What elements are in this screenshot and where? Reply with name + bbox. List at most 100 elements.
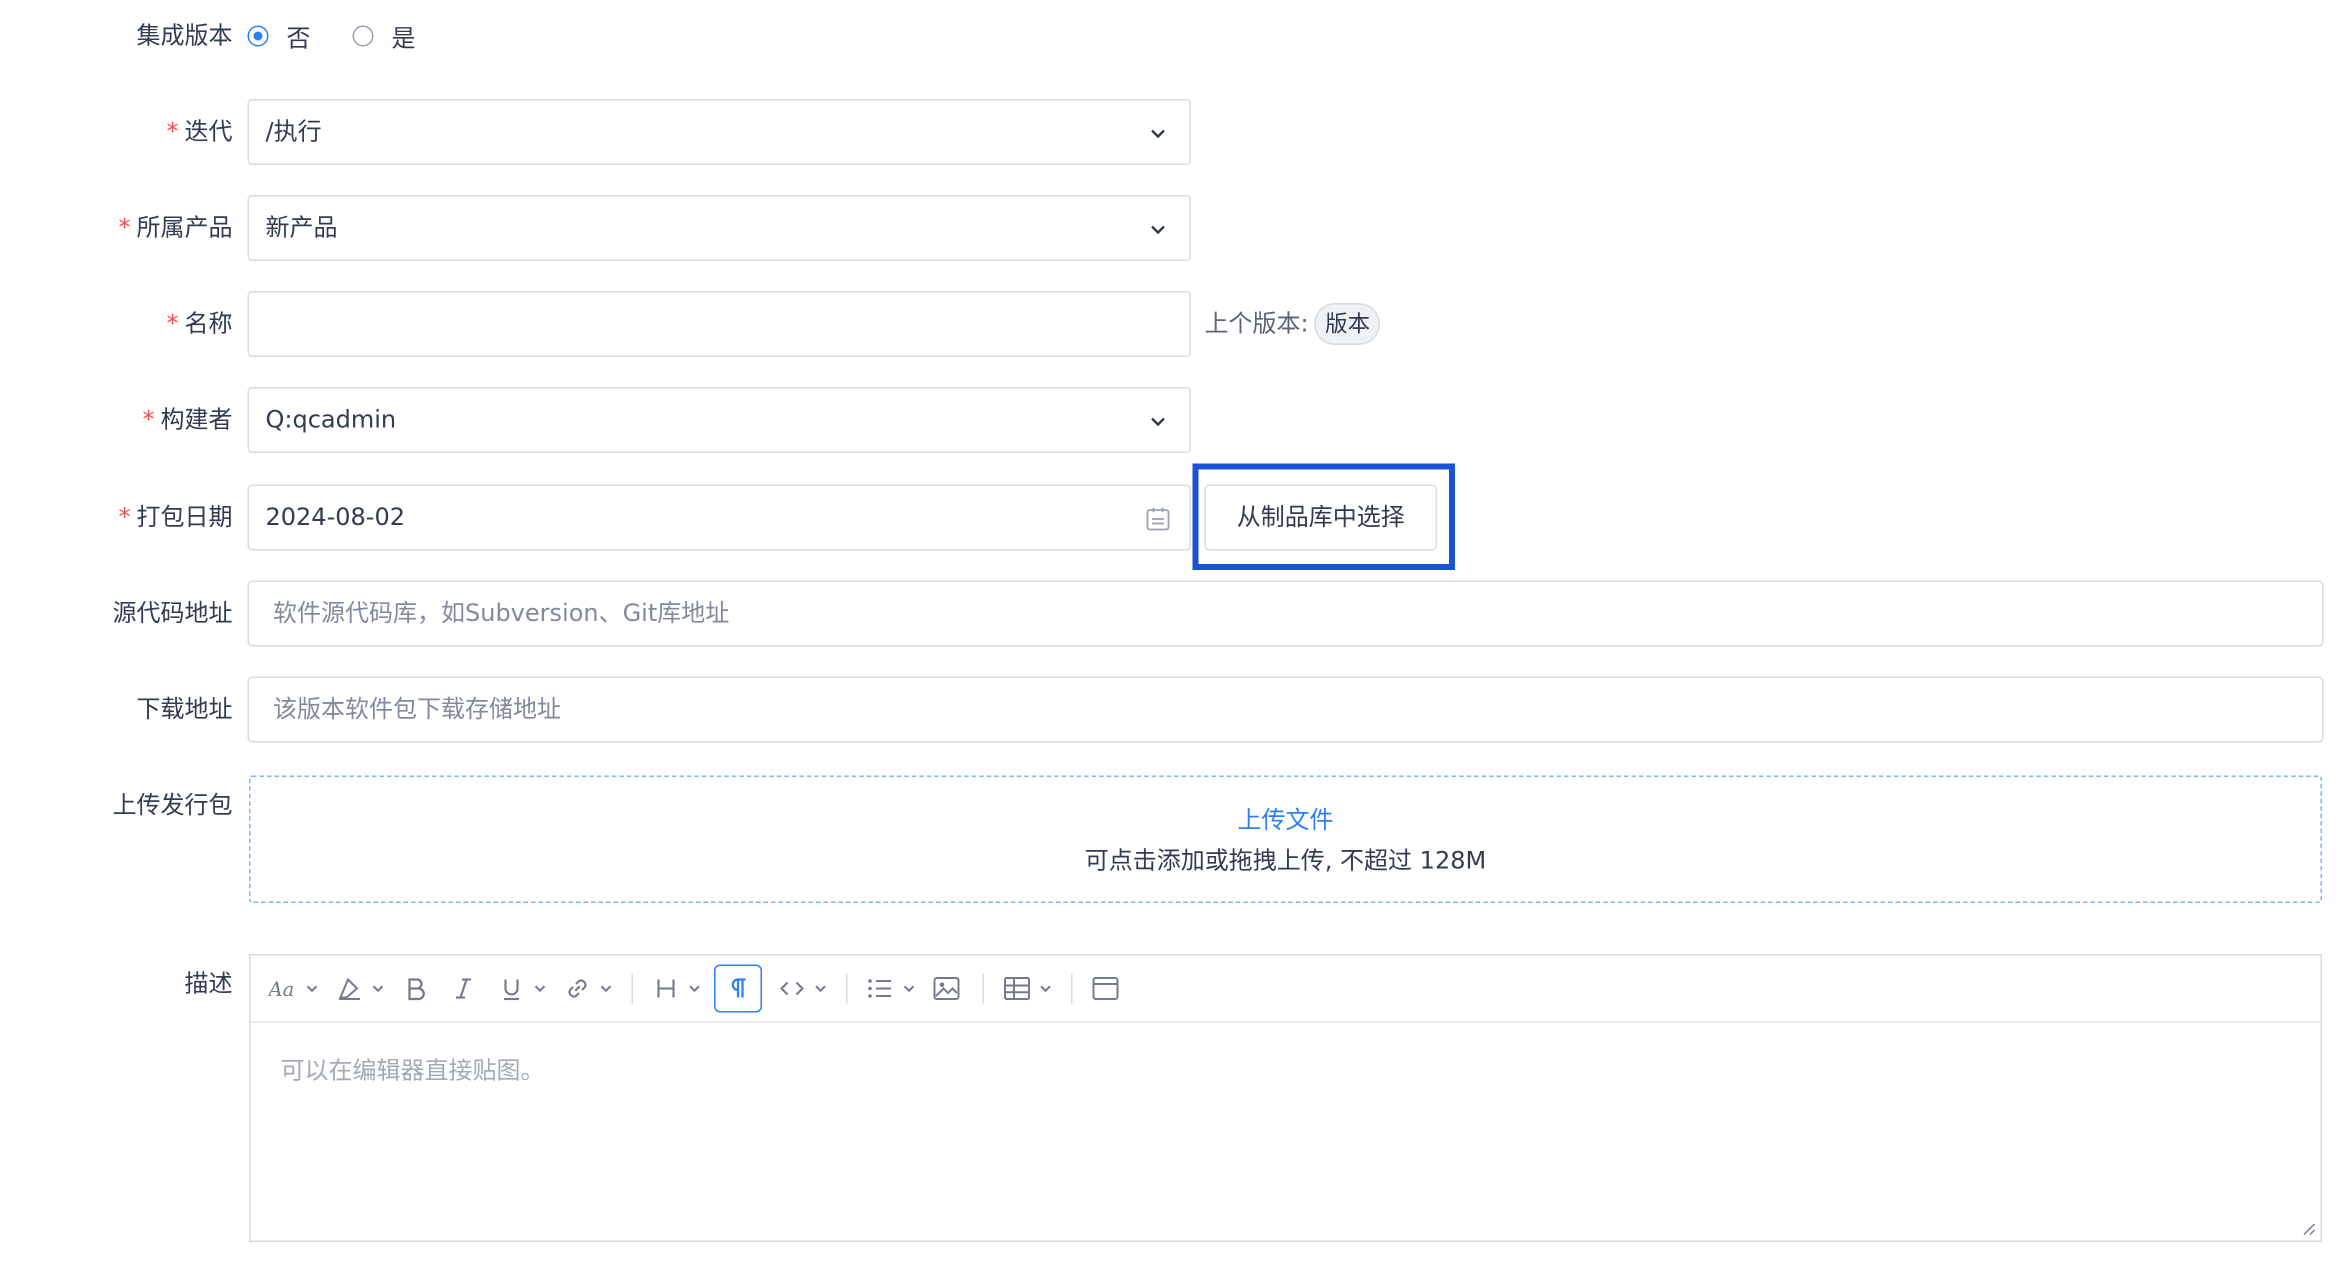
bold-icon bbox=[398, 971, 434, 1007]
date-label-text: 打包日期 bbox=[136, 502, 233, 532]
source-placeholder: 软件源代码库，如Subversion、Git库地址 bbox=[273, 598, 730, 628]
text-color-button[interactable] bbox=[332, 965, 386, 1013]
chevron-down-icon bbox=[1151, 129, 1165, 139]
link-icon bbox=[560, 971, 596, 1007]
builder-value: Q:qcadmin bbox=[265, 405, 397, 434]
upload-label: 上传发行包 bbox=[112, 790, 233, 820]
chevron-down-icon bbox=[306, 985, 318, 993]
list-icon bbox=[863, 971, 899, 1007]
paragraph-button[interactable] bbox=[714, 964, 762, 1013]
description-editor: Aa 可以在编辑器直接贴图。 bbox=[249, 954, 2322, 1242]
required-mark: * bbox=[118, 502, 131, 532]
svg-text:Aa: Aa bbox=[269, 978, 295, 1001]
chevron-down-icon bbox=[903, 985, 915, 993]
name-label: * 名称 bbox=[0, 291, 233, 357]
resize-handle-icon[interactable] bbox=[2301, 1221, 2316, 1236]
link-button[interactable] bbox=[560, 965, 614, 1013]
builder-label: * 构建者 bbox=[0, 387, 233, 453]
required-mark: * bbox=[142, 405, 155, 434]
radio-no-label[interactable]: 否 bbox=[287, 18, 311, 54]
date-input[interactable]: 2024-08-02 bbox=[247, 484, 1191, 551]
chevron-down-icon bbox=[600, 985, 612, 993]
paragraph-icon bbox=[714, 964, 762, 1013]
builder-row: * 构建者 Q:qcadmin bbox=[0, 387, 2342, 453]
panel-button[interactable] bbox=[1088, 965, 1124, 1013]
iteration-label-text: 迭代 bbox=[184, 117, 233, 146]
iteration-label: * 迭代 bbox=[0, 99, 233, 165]
image-icon bbox=[929, 971, 965, 1007]
integrated-row: 集成版本 否 是 bbox=[0, 0, 2342, 66]
chevron-down-icon bbox=[1040, 985, 1051, 993]
toolbar-divider bbox=[982, 973, 984, 1004]
chevron-down-icon bbox=[1151, 417, 1165, 427]
required-mark: * bbox=[118, 213, 131, 242]
product-select[interactable]: 新产品 bbox=[247, 195, 1191, 261]
date-row: * 打包日期 2024-08-02 bbox=[0, 484, 2342, 551]
upload-hint: 可点击添加或拖拽上传, 不超过 128M bbox=[1084, 846, 1487, 875]
download-placeholder: 该版本软件包下载存储地址 bbox=[273, 694, 562, 724]
name-row: * 名称 上个版本: 版本 bbox=[0, 291, 2342, 357]
date-value: 2024-08-02 bbox=[265, 502, 405, 532]
iteration-value: /执行 bbox=[265, 117, 322, 146]
heading-icon bbox=[648, 971, 684, 1007]
pick-from-artifact-button[interactable]: 从制品库中选择 bbox=[1204, 484, 1437, 551]
heading-button[interactable] bbox=[648, 965, 702, 1013]
source-input[interactable]: 软件源代码库，如Subversion、Git库地址 bbox=[247, 580, 2324, 647]
required-mark: * bbox=[166, 309, 179, 338]
product-value: 新产品 bbox=[265, 213, 338, 242]
italic-button[interactable] bbox=[446, 965, 482, 1013]
upload-dropzone[interactable]: 上传文件 可点击添加或拖拽上传, 不超过 128M bbox=[249, 775, 2322, 903]
list-button[interactable] bbox=[863, 965, 917, 1013]
chevron-down-icon bbox=[372, 985, 384, 993]
source-row: 源代码地址 软件源代码库，如Subversion、Git库地址 bbox=[0, 580, 2342, 647]
iteration-select[interactable]: /执行 bbox=[247, 99, 1191, 165]
product-label: * 所属产品 bbox=[0, 195, 233, 261]
chevron-down-icon bbox=[689, 985, 700, 993]
date-label: * 打包日期 bbox=[0, 485, 233, 551]
builder-label-text: 构建者 bbox=[160, 405, 233, 434]
previous-version-label: 上个版本: bbox=[1204, 309, 1309, 338]
panel-icon bbox=[1088, 971, 1124, 1007]
editor-placeholder: 可以在编辑器直接贴图。 bbox=[280, 1056, 545, 1085]
toolbar-divider bbox=[846, 973, 848, 1004]
chevron-down-icon bbox=[815, 985, 826, 993]
previous-version: 上个版本: 版本 bbox=[1205, 291, 1381, 357]
upload-file-link[interactable]: 上传文件 bbox=[251, 804, 2321, 837]
iteration-row: * 迭代 /执行 bbox=[0, 99, 2342, 165]
download-label: 下载地址 bbox=[136, 694, 233, 724]
toolbar-divider bbox=[631, 973, 633, 1004]
chevron-down-icon bbox=[534, 985, 546, 993]
name-input[interactable] bbox=[247, 291, 1191, 357]
radio-yes-label[interactable]: 是 bbox=[392, 18, 416, 54]
name-label-text: 名称 bbox=[184, 309, 233, 338]
product-row: * 所属产品 新产品 bbox=[0, 195, 2342, 261]
chevron-down-icon bbox=[1151, 225, 1165, 235]
integrated-radio-group: 否 是 bbox=[247, 0, 458, 72]
bold-button[interactable] bbox=[398, 965, 434, 1013]
description-label: 描述 bbox=[184, 969, 233, 998]
required-mark: * bbox=[166, 117, 179, 146]
builder-select[interactable]: Q:qcadmin bbox=[247, 387, 1191, 453]
radio-yes[interactable] bbox=[352, 25, 374, 47]
underline-button[interactable] bbox=[494, 965, 548, 1013]
table-button[interactable] bbox=[999, 965, 1053, 1013]
paint-icon bbox=[332, 971, 368, 1007]
toolbar-divider bbox=[1071, 973, 1073, 1004]
previous-version-badge: 版本 bbox=[1314, 303, 1381, 345]
calendar-icon[interactable] bbox=[1145, 506, 1172, 533]
table-icon bbox=[999, 971, 1035, 1007]
source-label: 源代码地址 bbox=[112, 598, 233, 628]
font-size-button[interactable]: Aa bbox=[266, 965, 320, 1013]
integrated-label: 集成版本 bbox=[136, 21, 233, 50]
editor-toolbar: Aa bbox=[250, 956, 2321, 1023]
italic-icon bbox=[446, 971, 482, 1007]
underline-icon bbox=[494, 971, 530, 1007]
editor-content[interactable]: 可以在编辑器直接贴图。 bbox=[251, 1023, 2321, 1113]
code-icon bbox=[774, 971, 810, 1007]
image-button[interactable] bbox=[929, 965, 965, 1013]
radio-no[interactable] bbox=[247, 25, 269, 47]
product-label-text: 所属产品 bbox=[136, 213, 233, 242]
font-size-icon: Aa bbox=[266, 971, 302, 1007]
download-input[interactable]: 该版本软件包下载存储地址 bbox=[247, 676, 2324, 743]
code-button[interactable] bbox=[774, 965, 828, 1013]
